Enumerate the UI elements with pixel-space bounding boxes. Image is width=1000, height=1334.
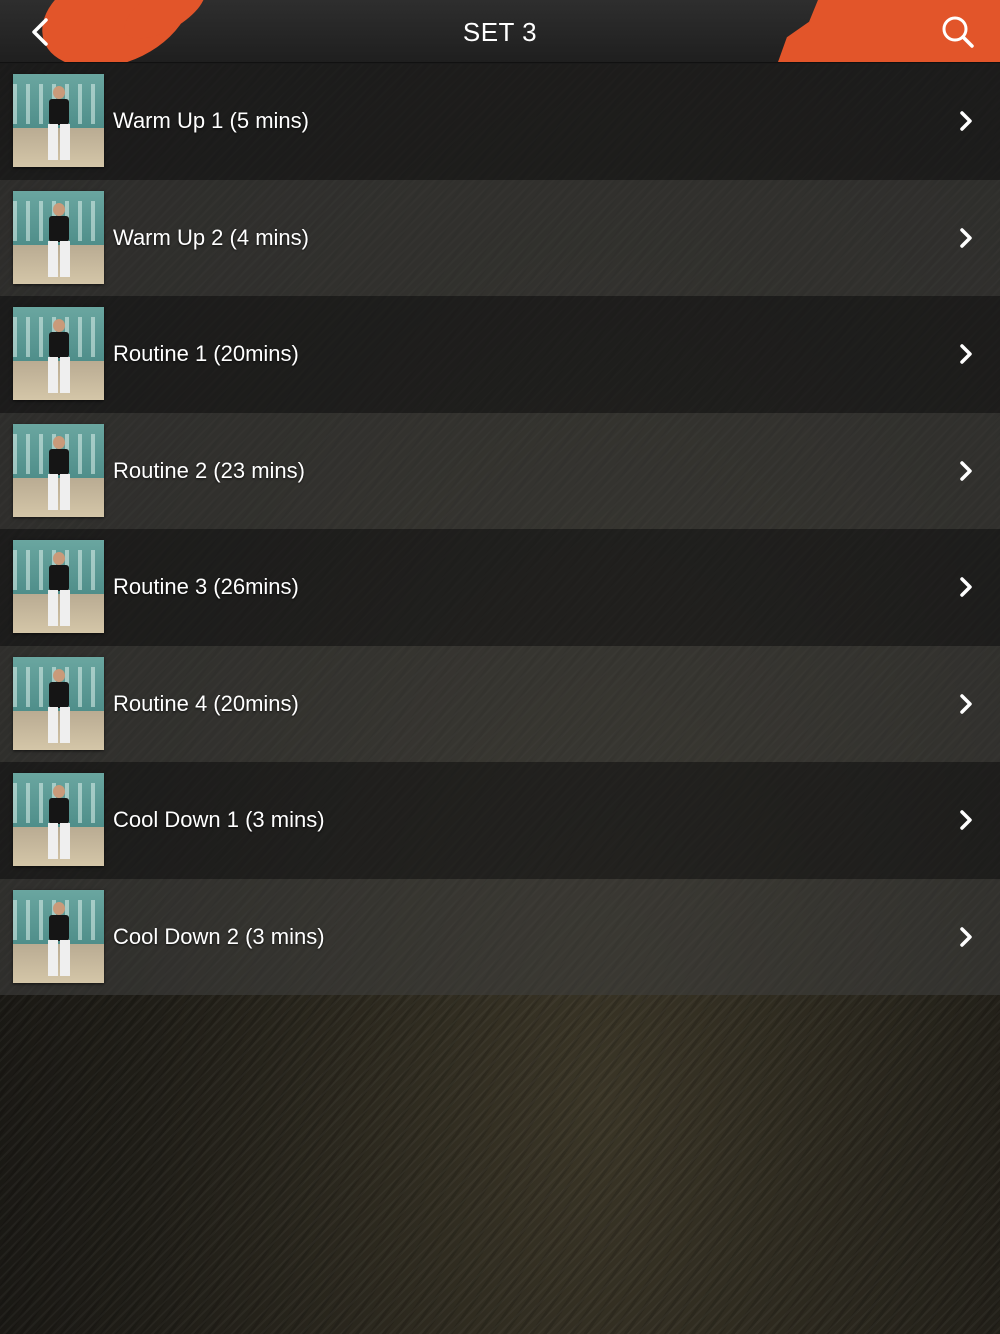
list-item-routine-4[interactable]: Routine 4 (20mins) [0, 645, 1000, 762]
video-thumbnail [13, 773, 104, 866]
list-item-label: Routine 3 (26mins) [113, 574, 299, 599]
list-item-cool-down-2[interactable]: Cool Down 2 (3 mins) [0, 878, 1000, 995]
video-thumbnail [13, 307, 104, 400]
chevron-right-icon [960, 227, 972, 248]
video-thumbnail [13, 889, 104, 983]
search-button[interactable] [938, 12, 978, 52]
nav-bar: SET 3 [0, 0, 1000, 64]
search-icon [942, 16, 974, 48]
video-thumbnail [13, 423, 104, 517]
chevron-right-icon [960, 344, 972, 364]
video-thumbnail [13, 656, 104, 750]
video-thumbnail [13, 74, 104, 167]
list-item-cool-down-1[interactable]: Cool Down 1 (3 mins) [0, 762, 1000, 879]
chevron-right-icon [960, 810, 972, 830]
list-item-label: Routine 1 (20mins) [113, 341, 299, 366]
list-item-label: Warm Up 2 (4 mins) [113, 224, 309, 250]
list-item-label: Cool Down 1 (3 mins) [113, 807, 325, 832]
chevron-right-icon [960, 577, 972, 597]
chevron-right-icon [960, 111, 972, 131]
list-item-routine-2[interactable]: Routine 2 (23 mins) [0, 412, 1000, 529]
list-item-warm-up-2[interactable]: Warm Up 2 (4 mins) [0, 179, 1000, 296]
list-item-label: Routine 4 (20mins) [113, 690, 299, 716]
list-item-label: Warm Up 1 (5 mins) [113, 108, 309, 133]
list-item-routine-3[interactable]: Routine 3 (26mins) [0, 529, 1000, 646]
list-item-label: Cool Down 2 (3 mins) [113, 923, 325, 949]
video-thumbnail [13, 190, 104, 284]
list-item-routine-1[interactable]: Routine 1 (20mins) [0, 296, 1000, 413]
video-thumbnail [13, 540, 104, 633]
chevron-right-icon [960, 693, 972, 714]
chevron-right-icon [960, 460, 972, 481]
list-item-warm-up-1[interactable]: Warm Up 1 (5 mins) [0, 63, 1000, 180]
chevron-right-icon [960, 926, 972, 947]
workout-list: Warm Up 1 (5 mins) Warm Up 2 (4 mins) Ro… [0, 63, 1000, 995]
back-button[interactable] [22, 14, 58, 50]
list-item-label: Routine 2 (23 mins) [113, 457, 305, 483]
chevron-left-icon [32, 18, 48, 46]
